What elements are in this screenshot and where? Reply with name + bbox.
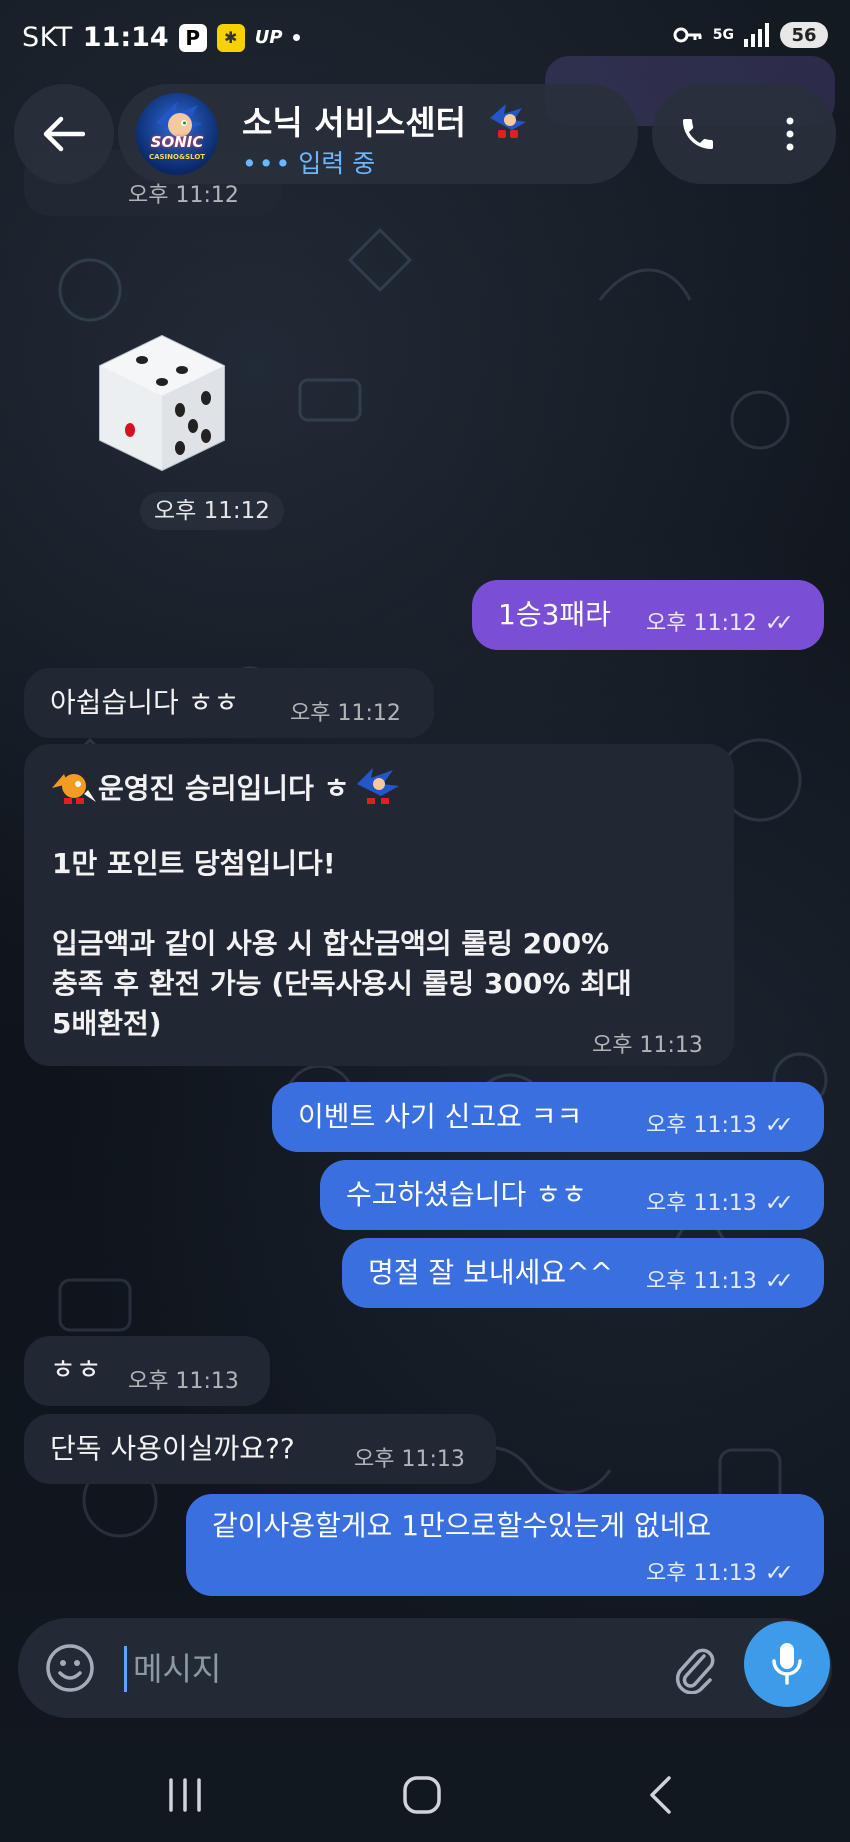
chat-header: SONIC CASINO&SLOT 소닉 서비스센터 ••• 입력 중 (0, 84, 850, 194)
paperclip-icon (675, 1648, 715, 1694)
read-check-icon: ✓✓ (764, 611, 794, 636)
network-type-label: 5G (712, 27, 734, 43)
chat-info-area[interactable]: SONIC CASINO&SLOT 소닉 서비스센터 ••• 입력 중 (118, 84, 638, 184)
tails-emoji-icon (52, 774, 96, 804)
home-button[interactable] (392, 1770, 452, 1820)
message-text: 1만 포인트 당첨입니다! (52, 847, 336, 880)
read-check-icon: ✓✓ (764, 1191, 794, 1216)
message-time: 오후 11:13 (354, 1447, 465, 1472)
more-options-button[interactable] (764, 108, 816, 160)
message-text: 수고하셨습니다 ㅎㅎ (346, 1178, 587, 1211)
message-time: 오후 11:12 (140, 492, 284, 530)
message-meta: 오후 11:13 ✓✓ (646, 1184, 794, 1224)
emoji-button[interactable] (44, 1642, 96, 1694)
dice-icon (99, 334, 225, 472)
up-badge: UP (254, 27, 283, 48)
message-time: 오후 11:13 (646, 1113, 757, 1138)
message-text: 입금액과 같이 사용 시 합산금액의 롤링 200% (52, 927, 610, 960)
message-text: 1승3패라 (498, 598, 611, 631)
phone-icon (683, 119, 713, 149)
message-bubble-incoming[interactable]: ㅎㅎ 오후 11:13 (24, 1336, 270, 1406)
smiley-icon (46, 1644, 94, 1692)
p-badge-icon: P (178, 23, 207, 52)
message-time: 오후 11:13 (592, 1033, 703, 1058)
message-bubble-outgoing[interactable]: 같이사용할게요 1만으로할수있는게 없네요 오후 11:13 ✓✓ (186, 1494, 824, 1596)
message-text: 같이사용할게요 1만으로할수있는게 없네요 (212, 1509, 712, 1542)
notification-dot-icon (292, 34, 300, 41)
message-text: 아쉽습니다 ㅎㅎ (50, 686, 240, 719)
home-icon (403, 1776, 441, 1814)
message-text: 단독 사용이실까요?? (50, 1432, 295, 1465)
battery-indicator: 56 (780, 22, 828, 48)
attach-button[interactable] (664, 1638, 724, 1698)
typing-status-text: 입력 중 (298, 149, 376, 178)
message-time: 오후 11:13 (128, 1369, 239, 1394)
voice-record-button[interactable] (744, 1621, 830, 1707)
message-meta: 오후 11:12 ✓✓ (646, 604, 794, 644)
message-bubble-incoming[interactable]: 운영진 승리입니다 ㅎ 1만 포인트 당첨입니다! 입금액과 같이 사용 시 합… (24, 744, 734, 1066)
dice-sticker[interactable] (92, 330, 232, 475)
key-icon (673, 27, 702, 43)
back-button[interactable] (14, 84, 114, 184)
message-time: 오후 11:13 (646, 1269, 757, 1294)
message-text: 이벤트 사기 신고요 ㅋㅋ (298, 1100, 583, 1133)
message-bubble-incoming[interactable]: 아쉽습니다 ㅎㅎ 오후 11:12 (24, 668, 434, 738)
message-bubble-outgoing[interactable]: 이벤트 사기 신고요 ㅋㅋ 오후 11:13 ✓✓ (272, 1082, 824, 1152)
sonic-emoji-icon (357, 768, 400, 804)
message-bubble-outgoing[interactable]: 1승3패라 오후 11:12 ✓✓ (472, 580, 824, 650)
sonic-emoji-icon (489, 104, 526, 138)
status-bar: SKT 11:14 P ✱ UP 5G 56 (0, 0, 850, 80)
avatar-sub-text: CASINO&SLOT (148, 153, 206, 161)
typing-status: ••• 입력 중 (242, 144, 375, 180)
signal-icon (744, 23, 769, 47)
clock: 11:14 (82, 22, 169, 53)
message-text: 충족 후 환전 가능 (단독사용시 롤링 300% 최대 (52, 967, 632, 1000)
message-meta: 오후 11:13 ✓✓ (646, 1262, 794, 1302)
recent-apps-button[interactable] (155, 1770, 215, 1820)
typing-dots-icon: ••• (242, 149, 293, 178)
microphone-icon (772, 1643, 802, 1685)
app-notification-icon: ✱ (216, 23, 245, 52)
message-bubble-outgoing[interactable]: 명절 잘 보내세요^^ 오후 11:13 ✓✓ (342, 1238, 824, 1308)
chat-title-text: 소닉 서비스센터 (242, 103, 467, 142)
message-text: ㅎㅎ (50, 1353, 102, 1386)
recent-apps-icon (169, 1778, 201, 1812)
message-line: 운영진 승리입니다 ㅎ (48, 764, 403, 809)
back-nav-button[interactable] (630, 1770, 690, 1820)
read-check-icon: ✓✓ (764, 1113, 794, 1138)
read-check-icon: ✓✓ (764, 1561, 794, 1586)
avatar-logo-text: SONIC (150, 133, 204, 151)
message-composer (18, 1618, 832, 1718)
message-time: 오후 11:13 (646, 1561, 757, 1586)
message-time: 오후 11:12 (290, 701, 401, 726)
message-text: 명절 잘 보내세요^^ (368, 1256, 614, 1289)
message-bubble-outgoing[interactable]: 수고하셨습니다 ㅎㅎ 오후 11:13 ✓✓ (320, 1160, 824, 1230)
carrier-label: SKT (22, 22, 73, 53)
read-check-icon: ✓✓ (764, 1269, 794, 1294)
message-bubble-incoming[interactable]: 단독 사용이실까요?? 오후 11:13 (24, 1414, 496, 1484)
system-navigation-bar (0, 1740, 850, 1842)
avatar[interactable]: SONIC CASINO&SLOT (136, 93, 218, 175)
message-meta: 오후 11:13 ✓✓ (646, 1106, 794, 1146)
message-time: 오후 11:13 (646, 1191, 757, 1216)
chat-title: 소닉 서비스센터 (242, 96, 530, 144)
more-vertical-icon (786, 117, 794, 151)
call-button[interactable] (672, 108, 724, 160)
message-text: 5배환전) (52, 1007, 162, 1040)
message-meta: 오후 11:13 ✓✓ (646, 1554, 794, 1594)
header-actions (652, 84, 836, 184)
message-text: 운영진 승리입니다 ㅎ (98, 772, 350, 805)
arrow-left-icon (43, 116, 85, 152)
message-time: 오후 11:12 (646, 611, 757, 636)
message-input[interactable] (124, 1646, 663, 1692)
chevron-left-icon (650, 1776, 671, 1814)
